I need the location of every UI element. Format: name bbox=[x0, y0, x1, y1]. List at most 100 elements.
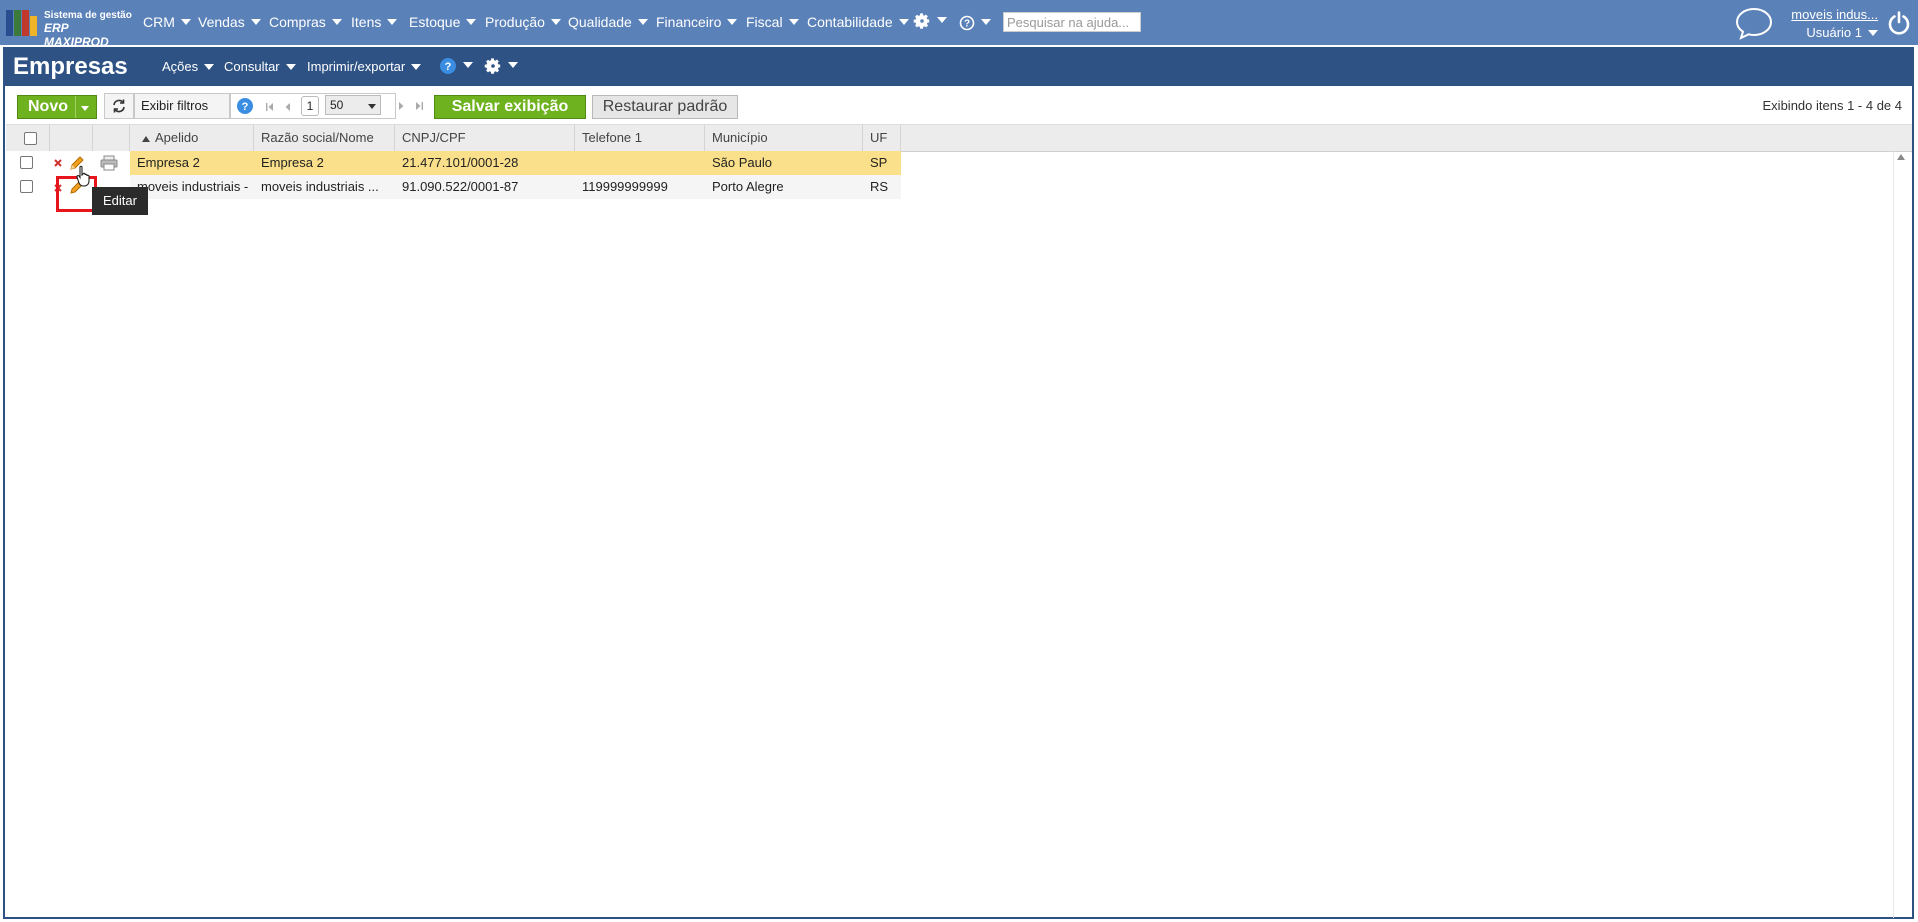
menu-label: Imprimir/exportar bbox=[307, 59, 406, 74]
tooltip: Editar bbox=[92, 187, 148, 215]
previous-page-icon[interactable] bbox=[283, 102, 293, 112]
caret-down-icon bbox=[463, 62, 473, 68]
column-label: Município bbox=[712, 130, 768, 145]
select-all-cell bbox=[6, 125, 50, 151]
menu-producao[interactable]: Produção bbox=[485, 14, 561, 30]
logo-line2: ERP MAXIPROD bbox=[44, 21, 109, 49]
menu-financeiro[interactable]: Financeiro bbox=[656, 14, 738, 30]
save-view-button[interactable]: Salvar exibição bbox=[434, 95, 586, 119]
column-header-cnpj-cpf[interactable]: CNPJ/CPF bbox=[395, 125, 575, 151]
show-filters-label: Exibir filtros bbox=[141, 98, 209, 113]
help-menu[interactable]: ? bbox=[959, 14, 991, 31]
menu-qualidade[interactable]: Qualidade bbox=[568, 14, 648, 30]
print-icon[interactable] bbox=[100, 155, 118, 171]
restore-default-button[interactable]: Restaurar padrão bbox=[592, 95, 738, 119]
menu-label: CRM bbox=[143, 14, 175, 30]
caret-down-icon bbox=[637, 19, 648, 26]
help-icon[interactable]: ? bbox=[236, 97, 254, 115]
cell-cnpj: 91.090.522/0001-87 bbox=[402, 179, 519, 194]
column-header-uf[interactable]: UF bbox=[863, 125, 901, 151]
next-page-icon[interactable] bbox=[396, 101, 406, 111]
caret-down-icon bbox=[285, 63, 296, 70]
column-header-apelido[interactable]: Apelido bbox=[130, 125, 254, 151]
column-label: Telefone 1 bbox=[582, 130, 642, 145]
column-header-razao-social[interactable]: Razão social/Nome bbox=[254, 125, 395, 151]
menu-vendas[interactable]: Vendas bbox=[198, 14, 261, 30]
menu-imprimir-exportar[interactable]: Imprimir/exportar bbox=[307, 59, 422, 74]
scrollbar-track[interactable] bbox=[1893, 150, 1894, 918]
chat-icon[interactable] bbox=[1734, 6, 1774, 43]
last-page-icon[interactable] bbox=[414, 101, 424, 111]
new-button[interactable]: Novo bbox=[17, 95, 97, 119]
new-button-label: Novo bbox=[28, 98, 68, 115]
caret-down-icon bbox=[204, 63, 215, 70]
table-row[interactable]: moveis industriais - moveis industriais … bbox=[6, 175, 1912, 199]
sort-ascending-icon bbox=[142, 135, 150, 142]
column-header-telefone[interactable]: Telefone 1 bbox=[575, 125, 705, 151]
caret-down-icon bbox=[508, 62, 518, 68]
print-column-header bbox=[93, 125, 130, 151]
cell-municipio: Porto Alegre bbox=[712, 179, 784, 194]
delete-icon[interactable] bbox=[54, 159, 62, 167]
menu-label: Estoque bbox=[409, 14, 461, 30]
menu-consultar[interactable]: Consultar bbox=[224, 59, 296, 74]
gear-icon bbox=[484, 58, 501, 74]
row-checkbox[interactable] bbox=[20, 156, 33, 169]
caret-down-icon bbox=[331, 19, 342, 26]
scroll-up-arrow-icon[interactable] bbox=[1897, 154, 1905, 160]
menu-crm[interactable]: CRM bbox=[143, 14, 191, 30]
grid-toolbar: Novo Exibir filtros ? 1 50 Salvar exibiç… bbox=[8, 92, 1910, 120]
caret-down-icon bbox=[788, 19, 799, 26]
user-menu[interactable]: Usuário 1 bbox=[1791, 25, 1878, 40]
menu-label: Vendas bbox=[198, 14, 245, 30]
menu-compras[interactable]: Compras bbox=[269, 14, 342, 30]
caret-down-icon bbox=[411, 63, 422, 70]
cell-razao-social: moveis industriais ... bbox=[261, 179, 379, 194]
logo-line1: Sistema de gestão bbox=[44, 10, 132, 21]
caret-down-icon bbox=[368, 104, 376, 109]
hand-cursor-icon bbox=[76, 165, 90, 187]
cell-razao-social: Empresa 2 bbox=[261, 155, 324, 170]
logout-power-icon[interactable] bbox=[1886, 10, 1912, 39]
menu-label: Qualidade bbox=[568, 14, 632, 30]
svg-text:?: ? bbox=[242, 101, 249, 113]
menu-fiscal[interactable]: Fiscal bbox=[746, 14, 799, 30]
menu-itens[interactable]: Itens bbox=[351, 14, 398, 30]
column-header-municipio[interactable]: Município bbox=[705, 125, 863, 151]
logo[interactable]: Sistema de gestão ERP MAXIPROD bbox=[6, 8, 132, 49]
page-title: Empresas bbox=[13, 53, 128, 80]
table-row[interactable]: Empresa 2 Empresa 2 21.477.101/0001-28 S… bbox=[6, 151, 1912, 175]
gear-icon bbox=[913, 13, 930, 30]
menu-contabilidade[interactable]: Contabilidade bbox=[807, 14, 909, 30]
caret-down-icon bbox=[981, 19, 991, 26]
page-size-select[interactable]: 50 bbox=[325, 95, 381, 115]
menu-label: Fiscal bbox=[746, 14, 783, 30]
settings-menu[interactable] bbox=[913, 12, 947, 30]
cell-cnpj: 21.477.101/0001-28 bbox=[402, 155, 519, 170]
help-search-input[interactable] bbox=[1003, 12, 1141, 32]
row-checkbox[interactable] bbox=[20, 180, 33, 193]
select-all-checkbox[interactable] bbox=[24, 132, 37, 145]
page-size-value: 50 bbox=[330, 98, 344, 112]
user-name-label: Usuário 1 bbox=[1806, 25, 1862, 40]
company-link[interactable]: moveis indus... bbox=[1791, 7, 1878, 22]
first-page-icon[interactable] bbox=[265, 102, 275, 112]
record-count: Exibindo itens 1 - 4 de 4 bbox=[1762, 98, 1902, 113]
refresh-icon bbox=[113, 99, 125, 113]
pagination-bar: ? 1 50 bbox=[230, 93, 396, 119]
menu-estoque[interactable]: Estoque bbox=[409, 14, 477, 30]
show-filters-button[interactable]: Exibir filtros bbox=[134, 93, 230, 119]
cell-apelido: Empresa 2 bbox=[137, 155, 200, 170]
menu-label: Financeiro bbox=[656, 14, 722, 30]
refresh-button[interactable] bbox=[104, 93, 134, 119]
column-label: Apelido bbox=[155, 130, 199, 145]
help-icon: ? bbox=[440, 58, 456, 74]
menu-acoes[interactable]: Ações bbox=[162, 59, 215, 74]
grid-header: Apelido Razão social/Nome CNPJ/CPF Telef… bbox=[6, 124, 1912, 152]
page-help-menu[interactable]: ? bbox=[439, 57, 473, 75]
page-number-input[interactable]: 1 bbox=[301, 96, 319, 116]
page-settings-menu[interactable] bbox=[484, 57, 518, 75]
column-label: CNPJ/CPF bbox=[402, 130, 466, 145]
caret-down-icon bbox=[81, 106, 89, 111]
menu-label: Contabilidade bbox=[807, 14, 893, 30]
